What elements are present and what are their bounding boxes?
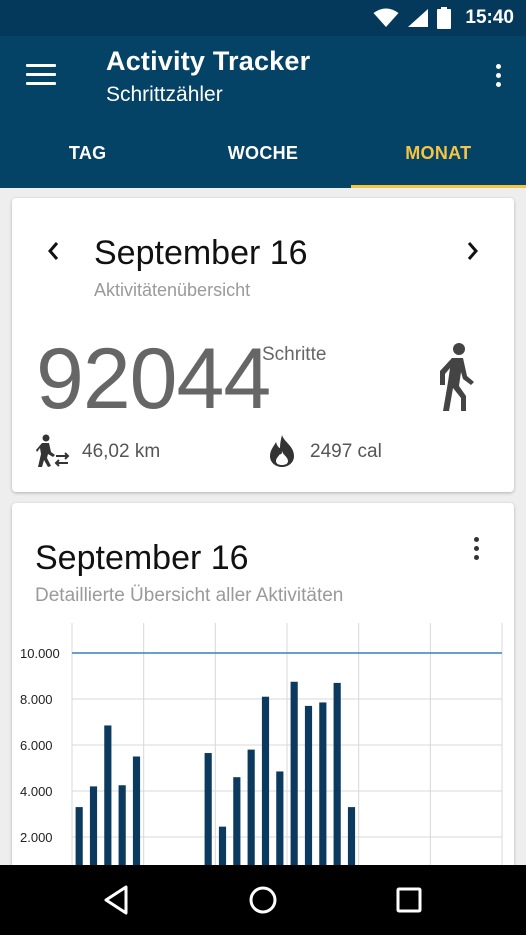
screen: 15:40 Activity Tracker Schrittzähler TAG… [0,0,526,935]
bar [204,753,212,883]
y-tick-label: 10.000 [20,646,60,661]
signal-icon [408,9,429,27]
detail-card: September 16 Detaillierte Übersicht alle… [12,503,514,883]
summary-title: September 16 [94,234,308,272]
flame-icon [270,435,294,467]
detail-subtitle: Detaillierte Übersicht aller Aktivitäten [35,585,344,606]
monthly-steps-chart: 10.000 8.000 6.000 4.000 2.000 [20,623,503,883]
bar [333,682,341,883]
wifi-icon [373,8,399,27]
bar [104,725,112,883]
hamburger-menu-icon[interactable] [26,64,56,88]
detail-title: September 16 [35,539,249,577]
step-unit: Schritte [262,344,327,365]
y-tick-label: 8.000 [20,692,53,707]
chevron-left-icon[interactable] [42,238,64,264]
bar [290,681,298,883]
tab-day[interactable]: TAG [0,118,175,188]
chevron-right-icon[interactable] [462,238,484,264]
bar [304,705,313,883]
tab-week[interactable]: WOCHE [175,118,350,188]
bar [247,749,255,883]
battery-icon [437,7,452,29]
app-bar: Activity Tracker Schrittzähler [0,36,526,118]
distance-icon [36,434,70,467]
summary-card: September 16 Aktivitätenübersicht 92044 … [12,198,514,492]
distance-value: 46,02 km [82,441,161,462]
step-count: 92044 [36,331,271,427]
y-tick-label: 6.000 [20,738,53,753]
back-icon[interactable] [100,883,134,917]
recent-apps-icon[interactable] [392,883,426,917]
bar [319,702,327,883]
walking-person-icon [440,343,474,411]
y-tick-label: 4.000 [20,784,53,799]
app-titles: Activity Tracker Schrittzähler [106,46,310,107]
clock: 15:40 [465,7,514,28]
bar [261,696,270,883]
system-nav-bar [0,865,526,935]
tab-month[interactable]: MONAT [350,118,526,188]
summary-subtitle: Aktivitätenübersicht [94,280,251,300]
detail-overflow-icon[interactable] [472,537,480,565]
y-tick-label: 2.000 [20,830,53,845]
app-subtitle: Schrittzähler [106,83,223,106]
app-title: Activity Tracker [106,46,311,76]
home-icon[interactable] [246,883,280,917]
status-bar: 15:40 [0,0,526,36]
period-tabs: TAG WOCHE MONAT [0,118,526,188]
overflow-menu-icon[interactable] [494,64,502,92]
calories-value: 2497 cal [310,441,382,462]
